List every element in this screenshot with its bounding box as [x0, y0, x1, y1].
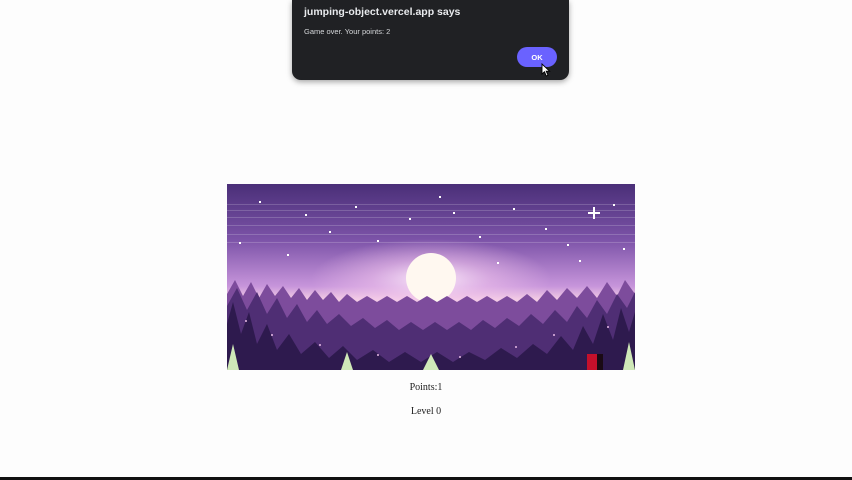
player-block [587, 354, 603, 370]
alert-dialog: jumping-object.vercel.app says Game over… [292, 0, 569, 80]
alert-message: Game over. Your points: 2 [304, 27, 391, 36]
alert-title: jumping-object.vercel.app says [304, 6, 461, 18]
points-counter: Points:1 [409, 382, 443, 393]
sun [406, 253, 456, 303]
level-indicator: Level 0 [410, 406, 442, 417]
game-canvas[interactable] [227, 184, 635, 370]
ok-button[interactable]: OK [517, 47, 557, 67]
mouse-cursor-icon [541, 63, 551, 77]
